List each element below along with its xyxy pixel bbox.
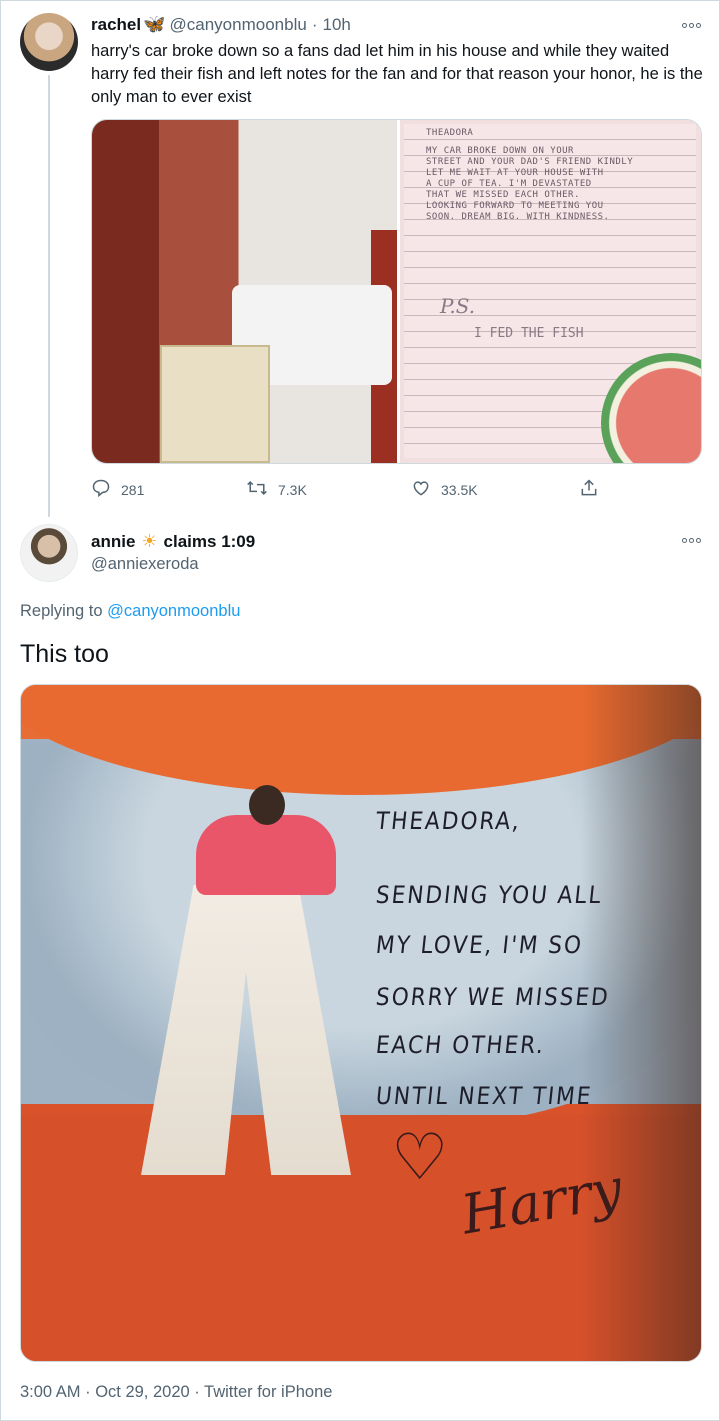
tweet1-text: harry's car broke down so a fans dad let…	[91, 42, 703, 106]
heart-icon	[411, 478, 431, 501]
more-icon[interactable]	[682, 535, 704, 545]
sun-icon: ☀	[141, 531, 158, 551]
note-line: STREET AND YOUR DAD'S FRIEND KINDLY	[426, 157, 634, 167]
note-line: LET ME WAIT AT YOUR HOUSE WITH	[426, 168, 604, 178]
butterfly-icon: 🦋	[143, 14, 166, 34]
tweet1-actions: 281 7.3K 33.5K	[91, 478, 611, 500]
note-line: MY CAR BROKE DOWN ON YOUR	[426, 146, 574, 156]
avatar-annie[interactable]	[20, 524, 78, 582]
more-icon[interactable]	[682, 20, 704, 30]
photo-figure-top	[196, 815, 336, 895]
note-line: THEADORA	[426, 128, 474, 138]
tweet2-header: annie ☀ claims 1:09	[91, 531, 255, 552]
tweet2-author-name-suffix[interactable]: claims 1:09	[164, 532, 256, 552]
photo-vignette	[581, 685, 701, 1361]
photo-figure-head	[249, 785, 285, 825]
photo-handwriting-line: UNTIL NEXT TIME	[374, 1082, 594, 1110]
heart-doodle-icon: ♡	[391, 1121, 449, 1193]
avatar-rachel[interactable]	[20, 13, 78, 71]
tweet1-time[interactable]: 10h	[322, 15, 350, 35]
photo-handwritten-note[interactable]: THEADORA MY CAR BROKE DOWN ON YOUR STREE…	[400, 120, 701, 463]
replying-handle-link[interactable]: @canyonmoonblu	[107, 602, 240, 620]
tweet1-author-name[interactable]: rachel	[91, 15, 141, 35]
tweet1-media[interactable]: THEADORA MY CAR BROKE DOWN ON YOUR STREE…	[91, 119, 702, 464]
share-icon	[579, 478, 599, 501]
note-line: THAT WE MISSED EACH OTHER.	[426, 190, 580, 200]
photo-handwriting-line: THEADORA,	[374, 807, 523, 835]
like-button[interactable]: 33.5K	[411, 478, 478, 501]
photo-handwriting-line: SENDING YOU ALL	[374, 881, 605, 909]
tweet1-author-handle[interactable]: @canyonmoonblu	[170, 15, 307, 35]
dresser-shape	[160, 345, 270, 463]
separator-dot: ·	[311, 14, 318, 34]
retweet-icon	[246, 478, 268, 501]
reply-icon	[91, 478, 111, 501]
tweet1-header: rachel 🦋 @canyonmoonblu · 10h	[91, 14, 351, 35]
reply-count: 281	[121, 481, 145, 498]
replying-prefix: Replying to	[20, 602, 103, 620]
reply-button[interactable]: 281	[91, 478, 144, 501]
note-line: A CUP OF TEA. I'M DEVASTATED	[426, 179, 592, 189]
tweet-thread: rachel 🦋 @canyonmoonblu · 10h harry's ca…	[0, 0, 720, 1421]
note-fish: I FED THE FISH	[474, 326, 584, 341]
photo-handwriting-line: MY LOVE, I'M SO	[374, 931, 585, 959]
note-line: LOOKING FORWARD TO MEETING YOU	[426, 201, 604, 211]
tweet2-author-name[interactable]: annie	[91, 532, 135, 552]
photo-handwriting-line: EACH OTHER.	[374, 1031, 547, 1059]
tweet2-timestamp[interactable]: 3:00 AM · Oct 29, 2020 · Twitter for iPh…	[20, 1383, 332, 1402]
tweet2-author-handle[interactable]: @anniexeroda	[91, 555, 199, 574]
note-line: SOON. DREAM BIG. WITH KINDNESS.	[426, 212, 610, 222]
retweet-count: 7.3K	[278, 481, 307, 498]
person-shape	[262, 150, 342, 463]
tweet2-text: This too	[20, 640, 109, 668]
retweet-button[interactable]: 7.3K	[246, 478, 307, 501]
tweet2-media[interactable]: THEADORA, SENDING YOU ALL MY LOVE, I'M S…	[20, 684, 702, 1362]
photo-handwriting-line: SORRY WE MISSED	[374, 983, 612, 1011]
like-count: 33.5K	[441, 481, 478, 498]
photo-harry-in-room[interactable]	[92, 120, 397, 463]
thread-connector-line	[48, 75, 50, 517]
note-ps: P.S.	[440, 294, 476, 318]
replying-to: Replying to @canyonmoonblu	[20, 602, 240, 621]
share-button[interactable]	[579, 478, 599, 501]
